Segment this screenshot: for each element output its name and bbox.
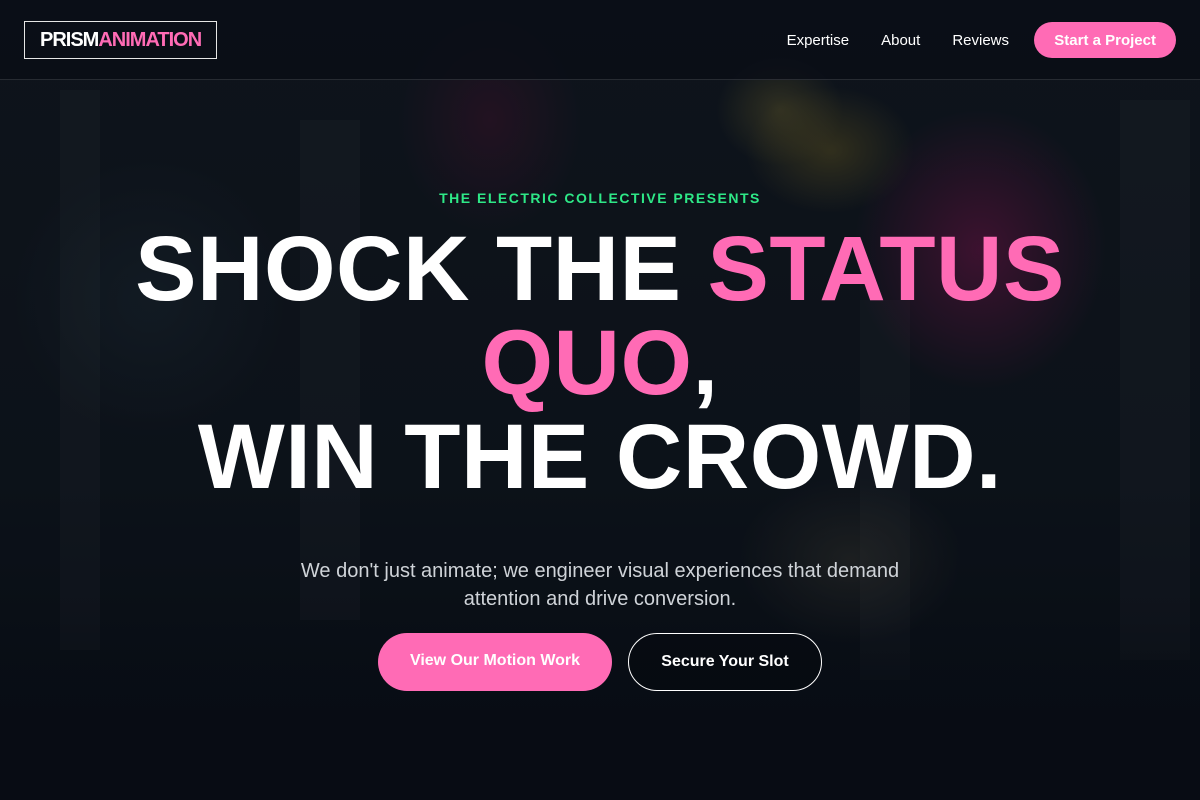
main-navigation: Expertise About Reviews [755,0,1009,80]
hero-headline: SHOCK THE STATUS QUO, WIN THE CROWD. [60,222,1140,504]
headline-line3: WIN THE CROWD. [197,406,1003,508]
secure-slot-button[interactable]: Secure Your Slot [628,633,822,691]
headline-highlight-status: STATUS [707,218,1065,320]
nav-link-expertise[interactable]: Expertise [787,32,850,49]
hero-section: THE ELECTRIC COLLECTIVE PRESENTS SHOCK T… [0,0,1200,800]
brand-name-part1: PRISM [40,28,99,51]
start-project-button[interactable]: Start a Project [1034,22,1176,58]
hero-eyebrow: THE ELECTRIC COLLECTIVE PRESENTS [439,190,761,206]
site-header: PRISM ANIMATION Expertise About Reviews S… [0,0,1200,80]
landing-page: PRISM ANIMATION Expertise About Reviews S… [0,0,1200,800]
hero-buttons: View Our Motion Work Secure Your Slot [0,633,1200,691]
brand-logo[interactable]: PRISM ANIMATION [24,21,218,59]
brand-name-part2: ANIMATION [98,28,202,51]
view-motion-work-button[interactable]: View Our Motion Work [378,633,612,691]
nav-link-about[interactable]: About [881,32,920,49]
headline-part1: SHOCK THE [135,218,708,320]
nav-link-reviews[interactable]: Reviews [952,32,1009,49]
hero-subtitle: We don't just animate; we engineer visua… [300,560,900,610]
headline-comma: , [692,312,719,414]
headline-highlight-quo: QUO [481,312,693,414]
